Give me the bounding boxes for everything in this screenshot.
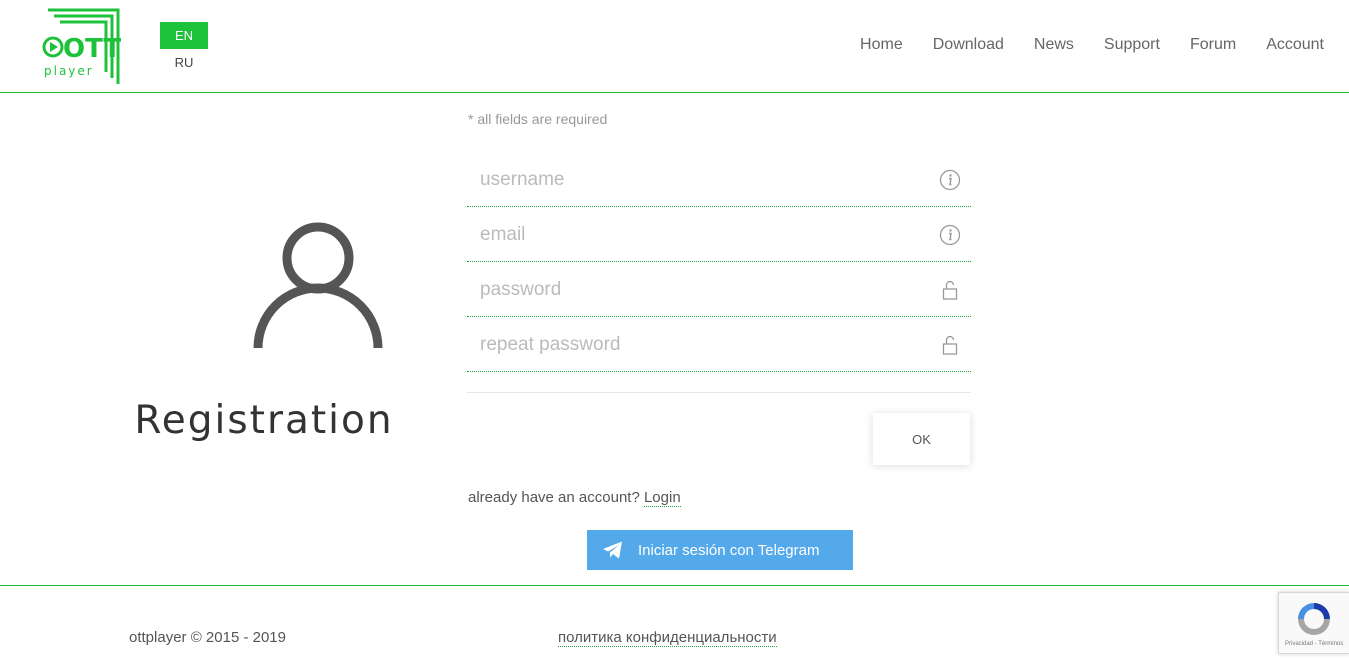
language-ru-button[interactable]: RU — [160, 55, 208, 71]
divider — [467, 392, 971, 393]
logo-subtext: player — [44, 64, 94, 78]
telegram-login-button[interactable]: Iniciar sesión con Telegram — [587, 530, 853, 570]
ott-player-logo[interactable]: OTT player — [40, 6, 124, 86]
user-icon — [250, 220, 386, 352]
recaptcha-icon — [1298, 603, 1330, 635]
recaptcha-terms[interactable]: Privacidad - Términos — [1285, 641, 1343, 647]
unlock-icon — [939, 334, 961, 356]
nav-forum[interactable]: Forum — [1190, 36, 1236, 54]
email-input[interactable] — [467, 210, 927, 260]
login-prompt: already have an account? Login — [468, 489, 681, 507]
telegram-icon — [601, 538, 625, 562]
email-field — [467, 210, 971, 262]
privacy-policy-link[interactable]: политика конфиденциальности — [558, 629, 777, 647]
nav-home[interactable]: Home — [860, 36, 903, 54]
username-field — [467, 155, 971, 207]
nav-news[interactable]: News — [1034, 36, 1074, 54]
footer-divider — [0, 585, 1349, 586]
repeat-password-field — [467, 320, 971, 372]
nav-download[interactable]: Download — [933, 36, 1004, 54]
password-field — [467, 265, 971, 317]
nav-account[interactable]: Account — [1266, 36, 1324, 54]
repeat-password-input[interactable] — [467, 320, 927, 370]
login-prompt-text: already have an account? — [468, 489, 640, 506]
language-en-button[interactable]: EN — [160, 22, 208, 49]
page-title: Registration — [134, 398, 394, 443]
nav-support[interactable]: Support — [1104, 36, 1160, 54]
login-link[interactable]: Login — [643, 489, 681, 507]
password-input[interactable] — [467, 265, 927, 315]
info-icon[interactable] — [939, 169, 961, 191]
required-note: * all fields are required — [468, 111, 608, 127]
unlock-icon — [939, 279, 961, 301]
page: OTT player EN RU Home Download News Supp… — [0, 0, 1349, 667]
logo-text: OTT — [63, 34, 121, 64]
info-icon[interactable] — [939, 224, 961, 246]
username-input[interactable] — [467, 155, 927, 205]
main-nav: Home Download News Support Forum Account — [830, 36, 1324, 54]
copyright-text: ottplayer © 2015 - 2019 — [129, 629, 286, 646]
ok-button[interactable]: OK — [873, 413, 970, 465]
recaptcha-badge[interactable]: Privacidad - Términos — [1278, 592, 1349, 654]
header: OTT player EN RU Home Download News Supp… — [0, 0, 1349, 93]
telegram-button-label: Iniciar sesión con Telegram — [638, 541, 820, 559]
